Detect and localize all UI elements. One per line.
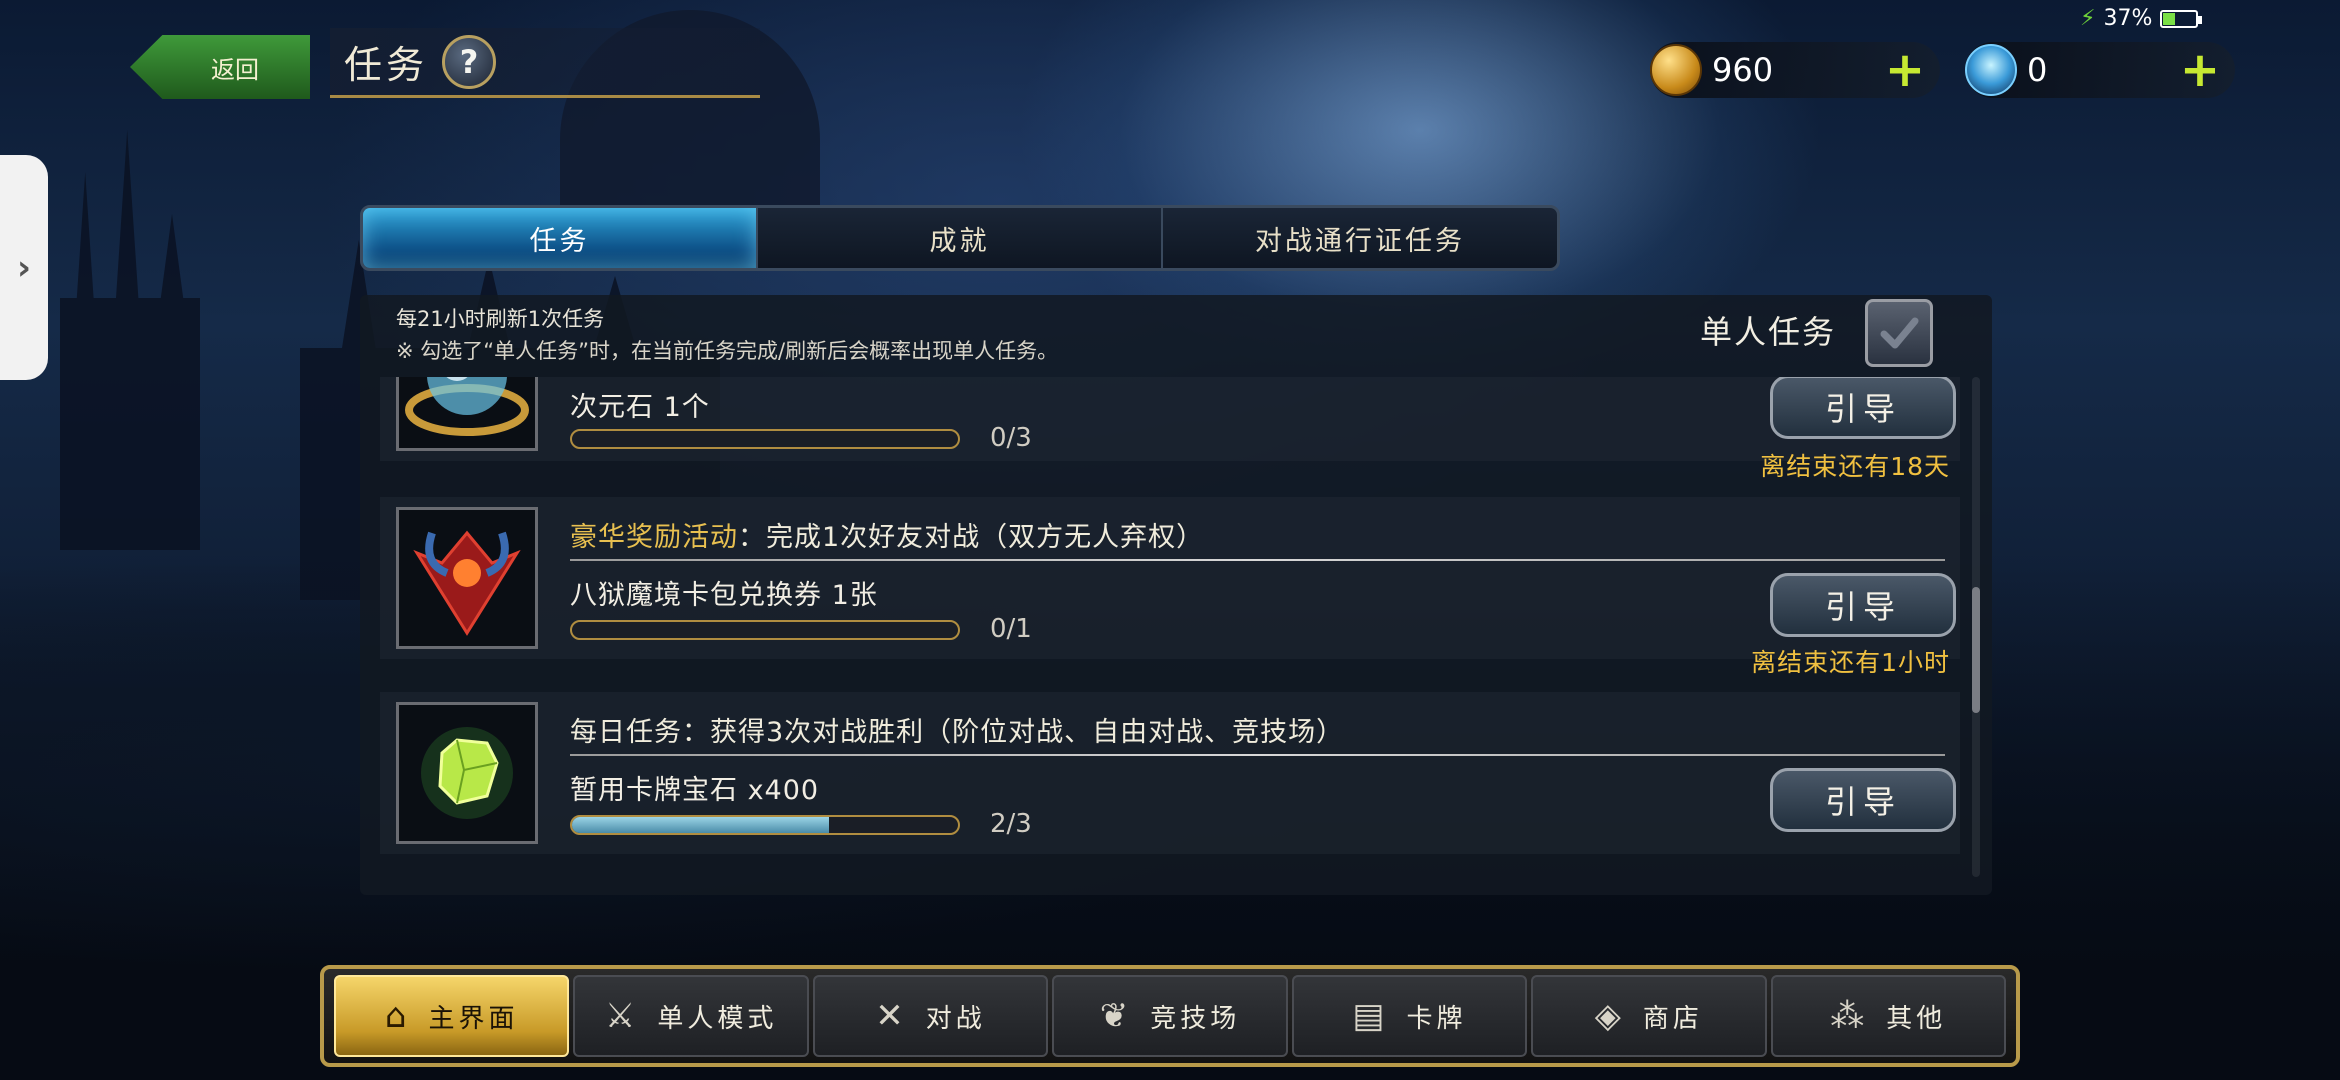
nav-label: 商店 (1642, 1003, 1703, 1034)
task-title: 豪华奖励活动：完成1次好友对战（双方无人弃权） (570, 515, 1204, 554)
task-title: 每日任务：获得3次对战胜利（阶位对战、自由对战、竞技场） (570, 717, 1345, 748)
task-panel: 每21小时刷新1次任务 ※ 勾选了“单人任务”时，在当前任务完成/刷新后会概率出… (360, 295, 1992, 895)
task-progress-text: 2/3 (990, 809, 1032, 839)
refresh-info: 每21小时刷新1次任务 (396, 307, 605, 331)
dots-icon: ⁂ (1830, 996, 1869, 1036)
checkmark-icon (1880, 317, 1919, 349)
sword-shield-icon: ⚔ (604, 996, 640, 1036)
task-progress-bar (570, 429, 960, 449)
task-deadline: 离结束还有1小时 (1751, 648, 1950, 677)
task-event-tag: 豪华奖励活动 (570, 522, 738, 553)
dimension-stone-icon (396, 377, 538, 451)
nav-main[interactable]: ⌂ 主界面 (334, 975, 570, 1057)
guide-button[interactable]: 引导 (1770, 573, 1956, 637)
nav-label: 单人模式 (657, 1003, 778, 1034)
nav-battle[interactable]: ✕ 对战 (812, 975, 1049, 1057)
task-divider (570, 754, 1945, 756)
tab-battle-pass-tasks[interactable]: 对战通行证任务 (1163, 208, 1557, 268)
crystal-currency: 0 + (1965, 42, 2235, 98)
guide-button[interactable]: 引导 (1770, 768, 1956, 832)
nav-label: 对战 (925, 1003, 986, 1034)
nav-label: 主界面 (428, 1003, 519, 1034)
tab-bar: 任务 成就 对战通行证任务 (360, 205, 1560, 271)
progress-fill (572, 817, 830, 833)
solo-task-checkbox[interactable] (1865, 299, 1933, 367)
nav-label: 卡牌 (1406, 1003, 1467, 1034)
task-item: 每日任务：获得3次对战胜利（阶位对战、自由对战、竞技场） 暂用卡牌宝石 x400… (380, 692, 1960, 854)
task-item: 豪华奖励活动：完成1次好友对战（双方无人弃权） 八狱魔境卡包兑换券 1张 0/1… (380, 497, 1960, 677)
nav-other[interactable]: ⁂ 其他 (1770, 975, 2006, 1057)
battery-icon (2160, 9, 2203, 28)
chevron-right-icon: › (16, 247, 31, 288)
task-list[interactable]: 次元石 1个 0/3 引导 离结束还有18天 豪华奖励活动：完成1次好友对战（双… (360, 377, 1960, 887)
task-title-text: ：完成1次好友对战（双方无人弃权） (738, 522, 1205, 553)
battery-status: ⚡ 37% (2080, 6, 2203, 31)
task-progress-bar (570, 815, 960, 835)
home-icon: ⌂ (384, 996, 411, 1036)
nav-arena[interactable]: ❦ 竞技场 (1052, 975, 1288, 1057)
task-progress-text: 0/3 (990, 423, 1032, 453)
task-progress-bar (570, 620, 960, 640)
demon-ticket-icon (396, 507, 538, 649)
task-item: 次元石 1个 0/3 引导 离结束还有18天 (380, 377, 1960, 481)
page-title: 任务 (344, 43, 429, 87)
tab-tasks[interactable]: 任务 (363, 208, 758, 268)
guide-button[interactable]: 引导 (1770, 377, 1956, 439)
side-drawer-handle[interactable]: › (0, 155, 48, 380)
page-title-bar: 任务 ? (330, 28, 760, 98)
nav-cards[interactable]: ▤ 卡牌 (1291, 975, 1528, 1057)
add-gold-button[interactable]: + (1882, 46, 1928, 94)
add-crystal-button[interactable]: + (2177, 46, 2223, 94)
task-list-scrollbar[interactable] (1972, 377, 1980, 877)
back-button[interactable]: 返回 (130, 35, 310, 99)
crystal-icon (1959, 38, 2023, 102)
solo-task-note: ※ 勾选了“单人任务”时，在当前任务完成/刷新后会概率出现单人任务。 (396, 339, 1059, 363)
castle-left-decoration (60, 130, 200, 550)
crossed-swords-icon: ✕ (875, 996, 908, 1036)
card-gem-icon (396, 702, 538, 844)
gold-value: 960 (1712, 51, 1774, 89)
task-progress-text: 0/1 (990, 614, 1032, 644)
battery-percent: 37 (2103, 6, 2132, 31)
bottom-nav: ⌂ 主界面 ⚔ 单人模式 ✕ 对战 ❦ 竞技场 ▤ 卡牌 ◈ 商店 ⁂ 其他 (320, 965, 2020, 1067)
help-icon[interactable]: ? (442, 34, 497, 89)
task-reward: 次元石 1个 (570, 392, 710, 423)
gold-coin-icon (1644, 38, 1708, 102)
laurel-icon: ❦ (1099, 996, 1133, 1036)
nav-label: 竞技场 (1150, 1003, 1241, 1034)
cards-icon: ▤ (1352, 996, 1389, 1036)
charging-icon: ⚡ (2080, 6, 2096, 31)
solo-task-label: 单人任务 (1700, 313, 1837, 351)
gold-currency: 960 + (1650, 42, 1940, 98)
task-deadline: 离结束还有18天 (1760, 452, 1950, 481)
battery-unit: % (2131, 6, 2153, 31)
tab-achievements[interactable]: 成就 (758, 208, 1163, 268)
scroll-thumb[interactable] (1972, 587, 1980, 713)
task-reward: 暂用卡牌宝石 x400 (570, 775, 820, 806)
nav-shop[interactable]: ◈ 商店 (1531, 975, 1767, 1057)
task-divider (570, 559, 1945, 561)
crystal-value: 0 (2027, 51, 2048, 89)
shop-icon: ◈ (1594, 996, 1625, 1036)
nav-solo-mode[interactable]: ⚔ 单人模式 (573, 975, 809, 1057)
task-reward: 八狱魔境卡包兑换券 1张 (570, 580, 878, 611)
nav-label: 其他 (1886, 1003, 1947, 1034)
